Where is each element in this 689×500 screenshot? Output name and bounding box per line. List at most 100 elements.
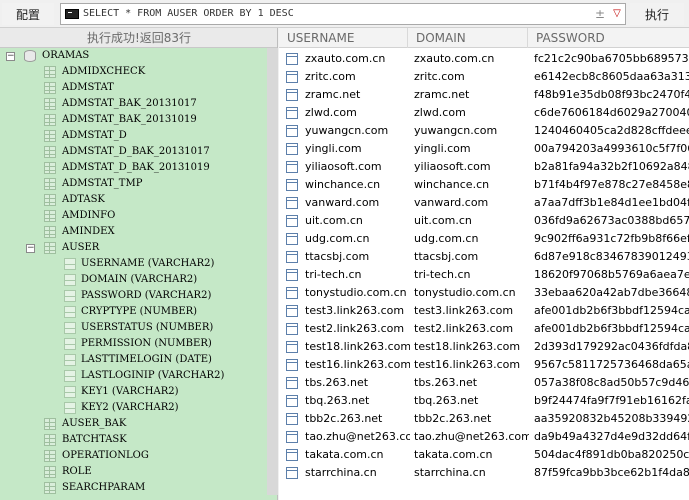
cell-username: udg.com.cn — [305, 232, 370, 245]
record-icon — [286, 107, 298, 119]
table-row[interactable]: udg.com.cn udg.com.cn 9c902ff6a931c72fb9b8… — [279, 230, 689, 248]
plus-minus-icon[interactable]: ± — [593, 5, 607, 23]
tree-node-label: DOMAIN (VARCHAR2) — [81, 274, 198, 285]
tree-node-column[interactable]: DOMAIN (VARCHAR2) — [0, 272, 277, 288]
tree-node-table[interactable]: ADMSTAT_BAK_20131017 — [0, 96, 277, 112]
table-row[interactable]: zlwd.com zlwd.com c6de7606184d6029a2700404 — [279, 104, 689, 122]
table-row[interactable]: tbb2c.263.net tbb2c.263.net aa35920832b452… — [279, 410, 689, 428]
tree-node-table[interactable]: ADMSTAT_BAK_20131019 — [0, 112, 277, 128]
table-row[interactable]: tri-tech.cn tri-tech.cn 18620f97068b5769a6… — [279, 266, 689, 284]
collapse-toggle-icon[interactable]: − — [26, 244, 35, 253]
tree-node-table[interactable]: ADMSTAT_D — [0, 128, 277, 144]
tree-node-database[interactable]: − ORAMAS — [0, 48, 277, 64]
tree-node-table[interactable]: − AUSER — [0, 240, 277, 256]
cell-password: afe001db2b6f3bbdf12594ca6 — [534, 322, 689, 335]
tree-node-table[interactable]: OPERATIONLOG — [0, 448, 277, 464]
sql-client-window: 配置 ± ▽ 执行 执行成功!返回83行 − ORAMAS ADMIDXCHECK A… — [0, 0, 689, 500]
tree-node-column[interactable]: LASTLOGINIP (VARCHAR2) — [0, 368, 277, 384]
column-icon — [64, 370, 76, 382]
tree-node-table[interactable]: ADTASK — [0, 192, 277, 208]
tree-node-column[interactable]: CRYPTYPE (NUMBER) — [0, 304, 277, 320]
table-row[interactable]: tbs.263.net tbs.263.net 057a38f08c8ad50b57… — [279, 374, 689, 392]
table-row[interactable]: tbq.263.net tbq.263.net b9f24474fa9f7f91eb… — [279, 392, 689, 410]
table-icon — [44, 114, 56, 126]
tree-node-label: PERMISSION (NUMBER) — [81, 338, 212, 349]
tree-node-label: ADMIDXCHECK — [62, 66, 146, 77]
tree-node-table[interactable]: ADMSTAT_TMP — [0, 176, 277, 192]
cell-domain: test3.link263.com — [414, 304, 514, 317]
tree-node-table[interactable]: ADMSTAT_D_BAK_20131017 — [0, 144, 277, 160]
execute-button[interactable]: 执行 — [630, 3, 684, 25]
record-icon — [286, 305, 298, 317]
cell-domain: tao.zhu@net263.com — [414, 430, 529, 443]
table-row[interactable]: test16.link263.com test16.link263.com 9567… — [279, 356, 689, 374]
collapse-toggle-icon[interactable]: − — [6, 52, 15, 61]
tree-node-column[interactable]: PASSWORD (VARCHAR2) — [0, 288, 277, 304]
cell-domain: ttacsbj.com — [414, 250, 479, 263]
tree-node-table[interactable]: AMINDEX — [0, 224, 277, 240]
tree-node-table[interactable]: ADMSTAT_D_BAK_20131019 — [0, 160, 277, 176]
table-row[interactable]: zxauto.com.cn zxauto.com.cn fc21c2c90ba670… — [279, 50, 689, 68]
table-row[interactable]: test2.link263.com test2.link263.com afe001… — [279, 320, 689, 338]
table-row[interactable]: yingli.com yingli.com 00a794203a4993610c5f… — [279, 140, 689, 158]
column-header-username[interactable]: USERNAME — [279, 28, 408, 48]
cell-username: zxauto.com.cn — [305, 52, 386, 65]
table-row[interactable]: tonystudio.com.cn tonystudio.com.cn 33ebaa… — [279, 284, 689, 302]
cell-domain: test18.link263.com — [414, 340, 521, 353]
tree-node-column[interactable]: USERNAME (VARCHAR2) — [0, 256, 277, 272]
cell-username: tbq.263.net — [305, 394, 370, 407]
tree-node-table[interactable]: SEARCHPARAM — [0, 480, 277, 496]
table-row[interactable]: test18.link263.com test18.link263.com 2d39… — [279, 338, 689, 356]
tree-node-column[interactable]: KEY2 (VARCHAR2) — [0, 400, 277, 416]
tree-node-label: KEY1 (VARCHAR2) — [81, 386, 179, 397]
table-row[interactable]: yiliaosoft.com yiliaosoft.com b2a81fa94a32… — [279, 158, 689, 176]
cell-domain: tbs.263.net — [414, 376, 478, 389]
chevron-down-icon[interactable]: ▽ — [610, 5, 624, 23]
table-row[interactable]: vanward.com vanward.com a7aa7dff3b1e84d1ee… — [279, 194, 689, 212]
table-row[interactable]: zritc.com zritc.com e6142ecb8c8605daa63a31… — [279, 68, 689, 86]
cell-domain: uit.com.cn — [414, 214, 472, 227]
column-icon — [64, 306, 76, 318]
table-row[interactable]: starrchina.cn starrchina.cn 87f59fca9bb3bc… — [279, 464, 689, 482]
tree-node-label: PASSWORD (VARCHAR2) — [81, 290, 212, 301]
table-icon — [44, 210, 56, 222]
tree-node-table[interactable]: AMDINFO — [0, 208, 277, 224]
tree-node-column[interactable]: KEY1 (VARCHAR2) — [0, 384, 277, 400]
config-button[interactable]: 配置 — [2, 3, 54, 25]
table-row[interactable]: zramc.net zramc.net f48b91e35db08f93bc2470… — [279, 86, 689, 104]
tree-node-column[interactable]: LASTTIMELOGIN (DATE) — [0, 352, 277, 368]
tree-node-table[interactable]: ROLE — [0, 464, 277, 480]
tree-node-column[interactable]: PERMISSION (NUMBER) — [0, 336, 277, 352]
record-icon — [286, 125, 298, 137]
table-row[interactable]: yuwangcn.com yuwangcn.com 1240460405ca2d82… — [279, 122, 689, 140]
column-icon — [64, 322, 76, 334]
column-header-password[interactable]: PASSWORD — [528, 28, 689, 48]
table-icon — [44, 162, 56, 174]
tree-node-label: LASTTIMELOGIN (DATE) — [81, 354, 212, 365]
sql-query-box[interactable]: ± ▽ — [60, 3, 626, 25]
tree-node-table[interactable]: AUSER_BAK — [0, 416, 277, 432]
column-icon — [64, 338, 76, 350]
tree-node-table[interactable]: BATCHTASK — [0, 432, 277, 448]
cell-password: b9f24474fa9f7f91eb16162fa5 — [534, 394, 689, 407]
table-row[interactable]: test3.link263.com test3.link263.com afe001… — [279, 302, 689, 320]
table-row[interactable]: takata.com.cn takata.com.cn 504dac4f891db0… — [279, 446, 689, 464]
table-row[interactable]: winchance.cn winchance.cn b71f4b4f97e878c2… — [279, 176, 689, 194]
tree-scrollbar[interactable] — [267, 48, 278, 495]
cell-username: vanward.com — [305, 196, 380, 209]
tree-node-table[interactable]: ADMSTAT — [0, 80, 277, 96]
cell-username: tonystudio.com.cn — [305, 286, 407, 299]
column-icon — [64, 402, 76, 414]
record-icon — [286, 395, 298, 407]
table-row[interactable]: ttacsbj.com ttacsbj.com 6d87e918c834678390… — [279, 248, 689, 266]
cell-password: afe001db2b6f3bbdf12594ca6 — [534, 304, 689, 317]
tree-node-table[interactable]: ADMIDXCHECK — [0, 64, 277, 80]
record-icon — [286, 89, 298, 101]
table-row[interactable]: tao.zhu@net263.com tao.zhu@net263.com da9b… — [279, 428, 689, 446]
sql-query-input[interactable] — [83, 5, 573, 23]
tree-node-column[interactable]: USERSTATUS (NUMBER) — [0, 320, 277, 336]
column-header-domain[interactable]: DOMAIN — [408, 28, 528, 48]
table-row[interactable]: uit.com.cn uit.com.cn 036fd9a62673ac0388bd… — [279, 212, 689, 230]
cell-password: f48b91e35db08f93bc2470f48 — [534, 88, 689, 101]
tree-node-label: ROLE — [62, 466, 92, 477]
